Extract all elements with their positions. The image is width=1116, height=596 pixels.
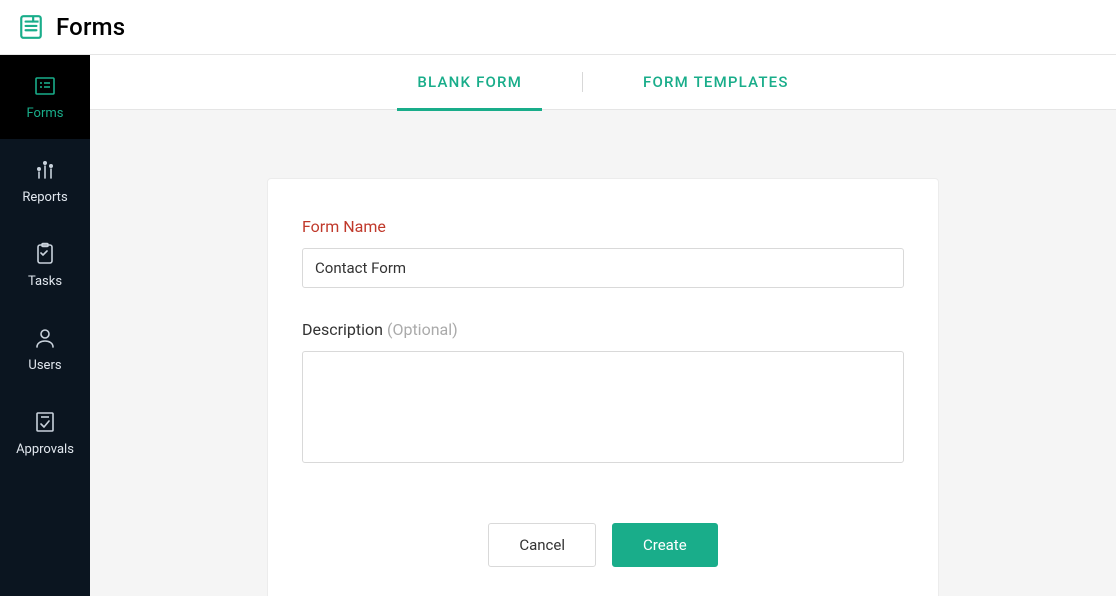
create-form-card: Form Name Description (Optional) Cancel … xyxy=(267,178,939,596)
sidebar-item-label: Forms xyxy=(27,106,64,121)
form-name-field: Form Name xyxy=(302,217,904,288)
tab-label: BLANK FORM xyxy=(417,73,522,91)
content-area: Form Name Description (Optional) Cancel … xyxy=(90,110,1116,596)
description-label: Description (Optional) xyxy=(302,320,904,339)
sidebar-item-tasks[interactable]: Tasks xyxy=(0,223,90,307)
tab-blank-form[interactable]: BLANK FORM xyxy=(397,55,542,110)
sidebar-item-label: Approvals xyxy=(16,442,74,457)
app-header: Forms xyxy=(0,0,1116,55)
sidebar-item-label: Tasks xyxy=(28,274,62,289)
users-icon xyxy=(33,326,57,350)
tasks-icon xyxy=(33,242,57,266)
form-name-label: Form Name xyxy=(302,217,904,236)
sidebar-item-label: Reports xyxy=(22,190,67,205)
sidebar-item-reports[interactable]: Reports xyxy=(0,139,90,223)
reports-icon xyxy=(33,158,57,182)
forms-logo-icon xyxy=(18,14,44,40)
form-name-input[interactable] xyxy=(302,248,904,288)
approvals-icon xyxy=(33,410,57,434)
tab-form-templates[interactable]: FORM TEMPLATES xyxy=(623,55,809,110)
sidebar-item-users[interactable]: Users xyxy=(0,307,90,391)
description-input[interactable] xyxy=(302,351,904,463)
description-optional-hint: (Optional) xyxy=(387,320,458,339)
description-field: Description (Optional) xyxy=(302,320,904,467)
form-actions: Cancel Create xyxy=(302,523,904,567)
tab-divider xyxy=(582,72,583,92)
main-content: BLANK FORM FORM TEMPLATES Form Name Desc… xyxy=(90,55,1116,596)
sidebar: Forms Reports xyxy=(0,55,90,596)
sidebar-item-label: Users xyxy=(28,358,61,373)
page-title: Forms xyxy=(56,13,125,41)
description-label-text: Description xyxy=(302,320,387,339)
sidebar-item-forms[interactable]: Forms xyxy=(0,55,90,139)
tab-bar: BLANK FORM FORM TEMPLATES xyxy=(90,55,1116,110)
form-icon xyxy=(33,74,57,98)
create-button[interactable]: Create xyxy=(612,523,718,567)
cancel-button[interactable]: Cancel xyxy=(488,523,596,567)
sidebar-item-approvals[interactable]: Approvals xyxy=(0,391,90,475)
tab-label: FORM TEMPLATES xyxy=(643,73,789,91)
